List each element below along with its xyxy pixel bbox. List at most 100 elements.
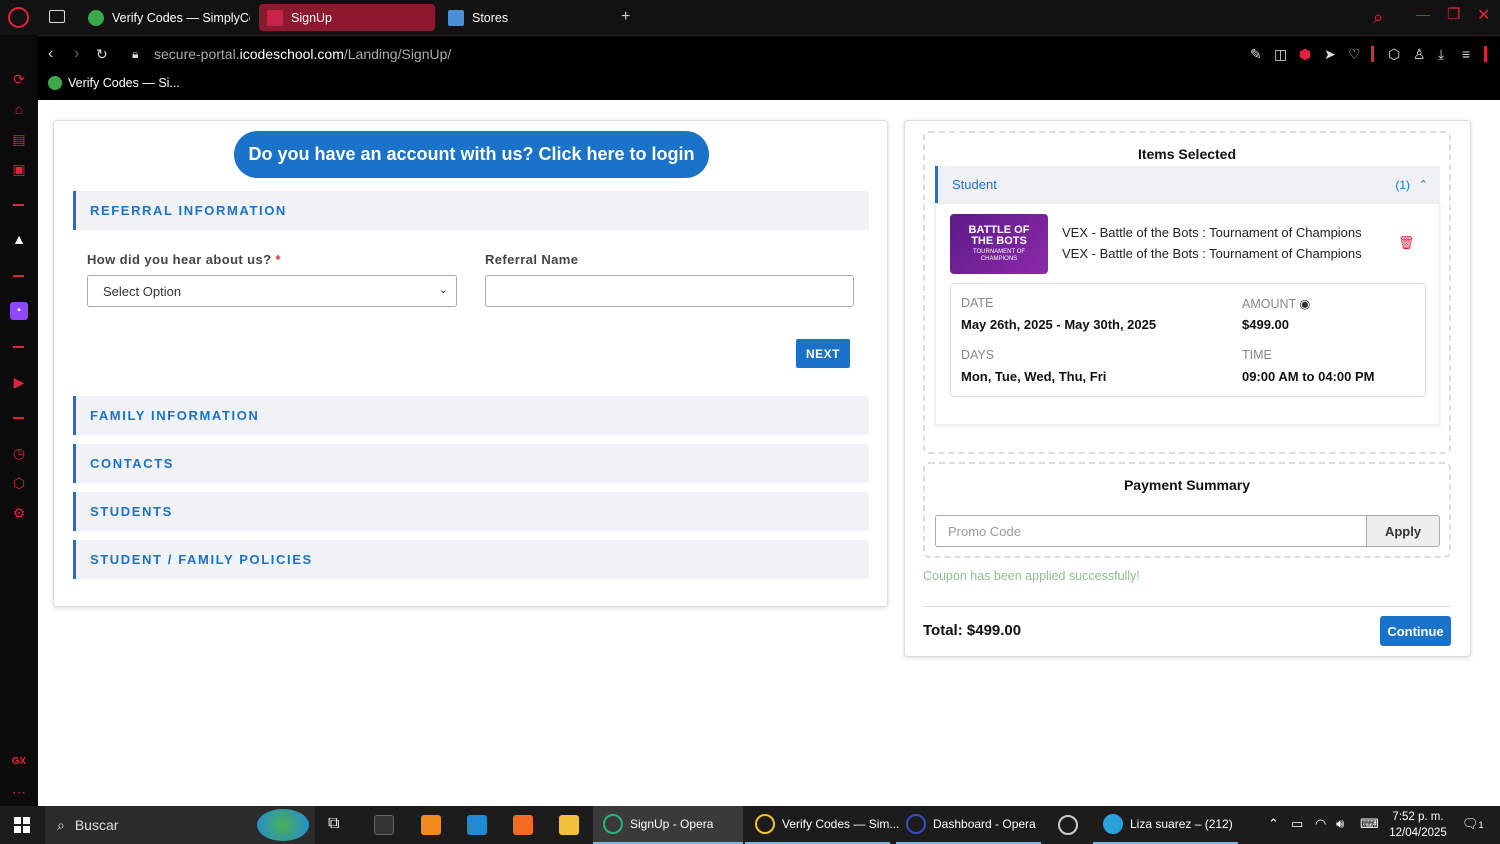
shopping-icon[interactable]: ⌂ [10, 100, 28, 118]
refresh-sidebar-icon[interactable]: ⟳ [10, 70, 28, 88]
required-mark: * [275, 252, 281, 267]
stores-favicon-icon [448, 9, 464, 26]
login-button[interactable]: Do you have an account with us? Click he… [234, 131, 709, 178]
tab-stores[interactable]: Stores [440, 4, 610, 31]
tab-signup[interactable]: SignUp [259, 4, 435, 31]
task-view-icon[interactable]: ⧉ [328, 815, 339, 833]
referral-name-label: Referral Name [485, 252, 579, 267]
payment-summary-title: Payment Summary [1123, 477, 1251, 493]
items-selected-title: Items Selected [1137, 146, 1237, 162]
heart-icon[interactable]: ♡ [1348, 46, 1361, 63]
hear-about-select[interactable]: Select Option ⌄ [87, 275, 457, 307]
maximize-button[interactable]: ❐ [1447, 5, 1460, 23]
days-value: Mon, Tue, Wed, Thu, Fri [961, 369, 1107, 384]
section-family-information[interactable]: FAMILY INFORMATION [73, 396, 869, 435]
signup-favicon-icon [267, 9, 283, 26]
player-icon[interactable]: ▶ [10, 373, 28, 391]
amount-label: AMOUNT ◉ [1242, 297, 1311, 311]
student-group-header[interactable]: Student (1) ⌃ [935, 166, 1440, 203]
volume-icon[interactable]: 🔊︎ [1336, 816, 1344, 832]
back-icon[interactable]: ‹ [48, 46, 53, 62]
terminal-icon[interactable] [374, 815, 394, 835]
payment-summary-box: Payment Summary Promo Code Apply [923, 462, 1451, 558]
download-icon[interactable]: ⤓ [1438, 46, 1444, 63]
more-options-icon[interactable]: ⋯ [10, 783, 28, 801]
gx-icon[interactable]: GX [10, 753, 28, 771]
chevron-up-icon[interactable]: ⌃ [1419, 178, 1428, 191]
keyboard-icon[interactable]: ⌨ [1360, 816, 1379, 832]
date-label: DATE [961, 296, 994, 310]
sublime-text-icon[interactable] [421, 815, 441, 835]
referral-name-input[interactable] [485, 275, 854, 307]
sidebar-divider [13, 346, 24, 348]
minimize-button[interactable]: — [1416, 6, 1430, 22]
continue-button[interactable]: Continue [1380, 616, 1451, 646]
taskbar-app-signup-opera[interactable]: SignUp - Opera [593, 806, 743, 844]
taskbar-app-dashboard-opera[interactable]: Dashboard - Opera [896, 806, 1041, 844]
telegram-icon [1103, 814, 1123, 834]
lock-icon: 🔒︎ [132, 47, 139, 61]
tray-chevron-icon[interactable]: ⌃ [1268, 816, 1279, 832]
opera-sidebar: ⟳ ⌂ ▤ ▣ ▲ ▪ ▶ ◷ ⬡ ⚙ GX ⋯ [0, 35, 38, 806]
toolbar-divider [1371, 46, 1374, 62]
section-contacts[interactable]: CONTACTS [73, 444, 869, 483]
windows-taskbar: ⌕ Buscar ⧉ SignUp - Opera Verify Codes —… [0, 806, 1500, 844]
search-icon: ⌕ [57, 816, 65, 833]
reload-icon[interactable]: ↻ [96, 46, 108, 62]
profile-icon[interactable]: ♙ [1413, 46, 1426, 63]
url-field[interactable]: secure-portal.icodeschool.com/Landing/Si… [154, 46, 451, 62]
eye-icon[interactable]: ◉ [1299, 297, 1310, 311]
section-students[interactable]: STUDENTS [73, 492, 869, 531]
address-bar-area: ‹ › ↻ 🔒︎ secure-portal.icodeschool.com/L… [38, 35, 1500, 100]
windows-start-icon[interactable] [14, 817, 30, 833]
menu-icon[interactable]: ≡ [1462, 46, 1470, 62]
twitch-icon[interactable]: ▪ [10, 302, 28, 320]
amount-value: $499.00 [1242, 317, 1289, 332]
section-student-family-policies[interactable]: STUDENT / FAMILY POLICIES [73, 540, 869, 579]
close-window-button[interactable]: ✕ [1477, 5, 1490, 25]
days-label: DAYS [961, 348, 995, 362]
tab-verify-codes[interactable]: Verify Codes — SimplyCo [80, 4, 250, 31]
group-count: (1) [1395, 177, 1410, 192]
next-button[interactable]: NEXT [796, 339, 850, 368]
vscode-icon[interactable] [467, 815, 487, 835]
apply-button[interactable]: Apply [1366, 515, 1440, 547]
taskbar-search-box[interactable]: ⌕ Buscar [45, 806, 315, 844]
history-icon[interactable]: ◷ [10, 444, 28, 462]
wifi-icon[interactable]: ◠ [1315, 816, 1326, 832]
sidebar-divider [13, 417, 24, 419]
cube-icon[interactable]: ⬡ [1388, 46, 1400, 63]
sidebar-divider [13, 275, 24, 277]
wallet-icon[interactable]: ▤ [10, 130, 28, 148]
opera-pinned-icon[interactable] [1058, 815, 1078, 835]
extensions-icon[interactable]: ⬡ [10, 474, 28, 492]
promo-code-input[interactable]: Promo Code [935, 515, 1367, 547]
send-icon[interactable]: ➤ [1324, 46, 1336, 63]
bookmark-verify-codes[interactable]: Verify Codes — Si... [48, 76, 180, 90]
search-tabs-icon[interactable]: ⌕ [1373, 7, 1383, 28]
clock[interactable]: 7:52 p. m. 12/04/2025 [1388, 809, 1448, 841]
adblock-shield-icon[interactable]: ⬢ [1299, 46, 1311, 63]
aria-icon[interactable]: ▲ [10, 230, 28, 248]
file-explorer-icon[interactable] [559, 815, 579, 835]
forward-icon[interactable]: › [74, 46, 79, 62]
battery-icon[interactable]: ▭ [1291, 816, 1303, 832]
edit-icon[interactable]: ✎ [1250, 46, 1262, 63]
messenger-icon[interactable]: ▣ [10, 160, 28, 178]
opera-icon [755, 814, 775, 834]
verify-codes-favicon-icon [88, 9, 104, 26]
signup-form-card: Do you have an account with us? Click he… [53, 120, 888, 607]
tab-island-icon[interactable] [49, 10, 65, 23]
trash-icon[interactable]: 🗑︎ [1398, 235, 1415, 251]
time-value: 09:00 AM to 04:00 PM [1242, 369, 1375, 384]
taskbar-app-telegram[interactable]: Liza suarez – (212) [1093, 806, 1238, 844]
notifications-icon[interactable]: 🗨︎1 [1462, 816, 1484, 832]
camera-icon[interactable]: ◫ [1274, 46, 1287, 63]
opera-logo-icon[interactable] [8, 7, 29, 28]
taskbar-app-verify-codes[interactable]: Verify Codes — Sim... [745, 806, 899, 844]
opera-icon [906, 814, 926, 834]
settings-gear-icon[interactable]: ⚙ [10, 504, 28, 522]
section-referral-information[interactable]: REFERRAL INFORMATION [73, 191, 869, 230]
xampp-icon[interactable] [513, 815, 533, 835]
new-tab-button[interactable]: + [621, 8, 630, 26]
